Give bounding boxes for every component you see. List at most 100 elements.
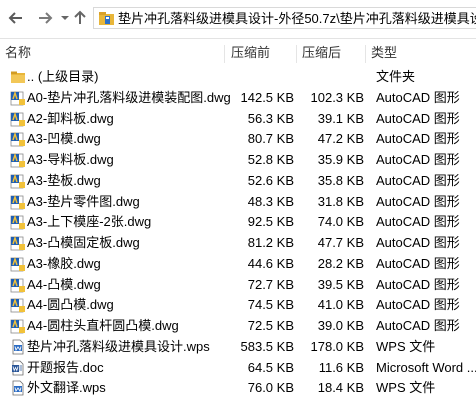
original-size: 102.3 KB [310,89,365,105]
file-type: WPS 文件 [376,338,436,354]
file-row[interactable]: A3-导料板.dwg 52.8 KB 35.9 KB AutoCAD 图形 [0,150,476,171]
file-name: A4-圆柱头直杆圆凸模.dwg [27,318,179,333]
file-row[interactable]: A3-橡胶.dwg 44.6 KB 28.2 KB AutoCAD 图形 [0,254,476,275]
word-file-icon [10,360,26,376]
column-divider[interactable] [365,45,366,63]
file-name: A3-垫板.dwg [27,172,101,188]
autocad-file-icon [10,256,26,272]
column-header-name[interactable]: 名称 [5,39,31,67]
file-type: AutoCAD 图形 [376,89,460,105]
compressed-size: 56.3 KB [247,110,294,126]
autocad-file-icon [10,173,26,189]
file-row[interactable]: A4-圆柱头直杆圆凸模.dwg 72.5 KB 39.0 KB AutoCAD 图形 [0,316,476,337]
compressed-size: 583.5 KB [240,338,295,354]
file-row[interactable]: A3-垫片零件图.dwg 48.3 KB 31.8 KB AutoCAD 图形 [0,192,476,213]
back-arrow-icon[interactable] [7,9,25,27]
address-bar[interactable]: 垫片冲孔落料级进模具设计-外径50.7z\垫片冲孔落料级进模具设计- [93,7,476,29]
compressed-size: 92.5 KB [247,214,294,230]
file-name: A3-垫片零件图.dwg [27,193,140,209]
file-type: AutoCAD 图形 [376,172,460,188]
original-size: 31.8 KB [317,193,364,209]
compressed-size: 80.7 KB [247,131,294,147]
file-row[interactable]: 外文翻译.wps 76.0 KB 18.4 KB WPS 文件 [0,378,476,399]
file-name: A4-凸模.dwg [27,276,101,292]
file-name: A3-凹模.dwg [27,131,101,147]
original-size: 39.5 KB [317,276,364,292]
column-divider[interactable] [296,45,297,63]
autocad-file-icon [10,318,26,334]
original-size: 35.9 KB [317,152,364,167]
file-type: AutoCAD 图形 [376,110,460,126]
file-name: A3-橡胶.dwg [27,255,101,271]
file-row[interactable]: 垫片冲孔落料级进模具设计.wps 583.5 KB 178.0 KB WPS 文件 [0,337,476,358]
file-name: A3-凸模固定板.dwg [27,235,140,250]
file-type: AutoCAD 图形 [376,255,460,271]
compressed-size: 64.5 KB [247,359,294,375]
file-row[interactable]: A3-垫板.dwg 52.6 KB 35.8 KB AutoCAD 图形 [0,171,476,192]
file-type: AutoCAD 图形 [376,131,460,147]
autocad-file-icon [10,297,26,313]
file-name: 开题报告.doc [27,359,104,375]
file-row[interactable]: A3-凸模固定板.dwg 81.2 KB 47.7 KB AutoCAD 图形 [0,233,476,254]
file-row[interactable]: A4-圆凸模.dwg 74.5 KB 41.0 KB AutoCAD 图形 [0,295,476,316]
compressed-size: 72.7 KB [247,276,294,292]
compressed-size: 81.2 KB [247,235,294,250]
autocad-file-icon [10,111,26,127]
compressed-size: 142.5 KB [240,89,295,105]
file-row[interactable]: A4-凸模.dwg 72.7 KB 39.5 KB AutoCAD 图形 [0,275,476,296]
file-type: AutoCAD 图形 [376,152,460,167]
forward-arrow-icon[interactable] [36,9,54,27]
column-divider[interactable] [224,45,225,63]
compressed-size: 74.5 KB [247,297,294,313]
column-header-type[interactable]: 类型 [371,39,397,67]
file-type: AutoCAD 图形 [376,214,460,230]
autocad-file-icon [10,277,26,293]
column-header-row: 名称 压缩前 压缩后 类型 [0,39,476,67]
original-size: 18.4 KB [317,380,364,396]
file-row[interactable]: A0-垫片冲孔落料级进模装配图.dwg 142.5 KB 102.3 KB AutoC… [0,88,476,109]
file-name: .. (上级目录) [27,69,99,84]
file-type: AutoCAD 图形 [376,318,460,333]
file-name: A3-上下模座-2张.dwg [27,214,152,230]
original-size: 28.2 KB [317,255,364,271]
folder-icon [10,69,26,85]
compressed-size: 72.5 KB [247,318,294,333]
file-name: A2-卸料板.dwg [27,110,114,126]
autocad-file-icon [10,214,26,230]
original-size: 74.0 KB [317,214,364,230]
file-name: A0-垫片冲孔落料级进模装配图.dwg [27,89,231,105]
wps-file-icon [10,380,26,396]
column-header-compressed[interactable]: 压缩前 [231,39,270,67]
original-size: 11.6 KB [318,359,364,375]
address-path: 垫片冲孔落料级进模具设计-外径50.7z\垫片冲孔落料级进模具设计- [118,11,476,26]
autocad-file-icon [10,90,26,106]
file-row[interactable]: A3-凹模.dwg 80.7 KB 47.2 KB AutoCAD 图形 [0,129,476,150]
original-size: 47.7 KB [317,235,364,250]
autocad-file-icon [10,235,26,251]
autocad-file-icon [10,152,26,168]
toolbar: 垫片冲孔落料级进模具设计-外径50.7z\垫片冲孔落料级进模具设计- [0,0,476,39]
column-header-original[interactable]: 压缩后 [302,39,341,67]
file-name: A3-导料板.dwg [27,152,114,167]
file-type: AutoCAD 图形 [376,276,460,292]
original-size: 178.0 KB [310,338,365,354]
file-type: Microsoft Word ... [376,359,476,375]
compressed-size: 44.6 KB [247,255,294,271]
file-row[interactable]: 开题报告.doc 64.5 KB 11.6 KB Microsoft Word ... [0,358,476,379]
parent-directory-row[interactable]: .. (上级目录) 文件夹 [0,67,476,88]
file-type: WPS 文件 [376,380,436,396]
file-row[interactable]: A3-上下模座-2张.dwg 92.5 KB 74.0 KB AutoCAD 图形 [0,212,476,233]
compressed-size: 52.6 KB [247,172,294,188]
compressed-size: 48.3 KB [247,193,294,209]
file-name: 垫片冲孔落料级进模具设计.wps [27,338,210,354]
wps-file-icon [10,339,26,355]
up-folder-icon[interactable] [71,9,89,27]
compressed-size: 76.0 KB [247,380,294,396]
autocad-file-icon [10,194,26,210]
file-row[interactable]: A2-卸料板.dwg 56.3 KB 39.1 KB AutoCAD 图形 [0,109,476,130]
original-size: 35.8 KB [317,172,364,188]
original-size: 39.0 KB [317,318,364,333]
file-type: AutoCAD 图形 [376,297,460,313]
autocad-file-icon [10,131,26,147]
file-type: 文件夹 [376,69,416,84]
